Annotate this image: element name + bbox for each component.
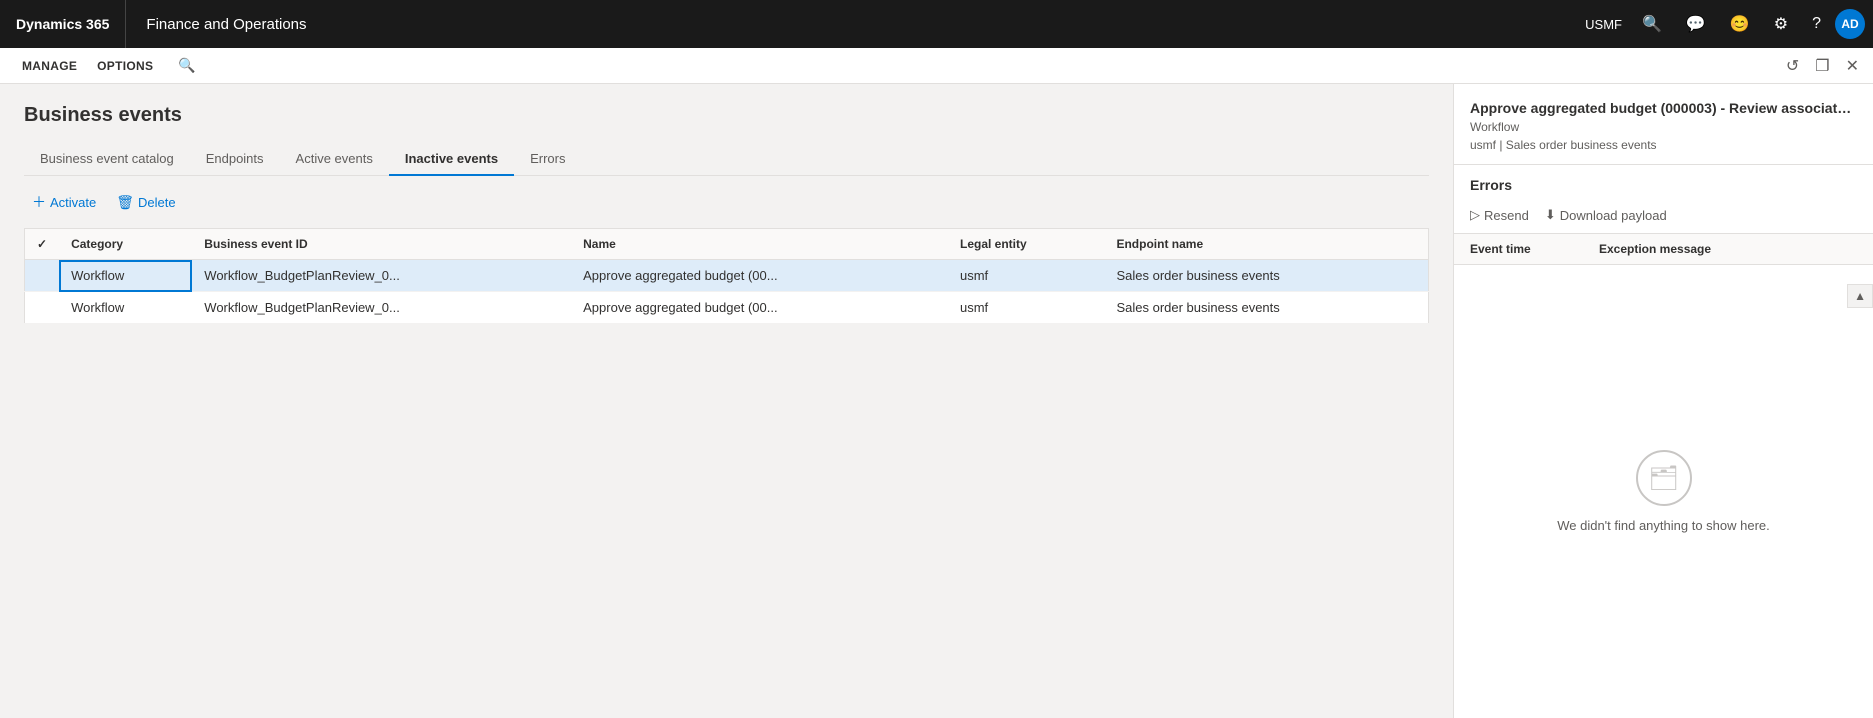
header-legal-entity[interactable]: Legal entity: [948, 229, 1104, 260]
resend-icon: ▷: [1470, 207, 1480, 223]
smiley-icon-btn[interactable]: 😊: [1720, 6, 1760, 42]
tab-active[interactable]: Active events: [280, 143, 389, 176]
row2-endpoint-name[interactable]: Sales order business events: [1104, 292, 1428, 324]
row1-name[interactable]: Approve aggregated budget (00...: [571, 260, 948, 292]
settings-icon-btn[interactable]: ⚙: [1764, 6, 1798, 42]
right-panel-meta: usmf | Sales order business events: [1470, 138, 1857, 152]
help-icon-btn[interactable]: ?: [1802, 7, 1831, 41]
header-checkmark: ✓: [37, 237, 47, 251]
row2-checkbox[interactable]: [25, 292, 60, 324]
row1-checkbox[interactable]: [25, 260, 60, 292]
tabs-bar: Business event catalog Endpoints Active …: [24, 143, 1429, 176]
refresh-button[interactable]: ↺: [1780, 54, 1805, 78]
download-icon: ⬇: [1545, 207, 1556, 223]
resend-button[interactable]: ▷ Resend: [1470, 205, 1529, 225]
errors-section-title: Errors: [1454, 165, 1873, 201]
row1-legal-entity[interactable]: usmf: [948, 260, 1104, 292]
header-name[interactable]: Name: [571, 229, 948, 260]
tab-endpoints[interactable]: Endpoints: [190, 143, 280, 176]
row2-category[interactable]: Workflow: [59, 292, 192, 324]
main-content: Business events Business event catalog E…: [0, 84, 1873, 718]
table-header-row: ✓ Category Business event ID Name Legal …: [25, 229, 1429, 260]
table-row[interactable]: Workflow Workflow_BudgetPlanReview_0... …: [25, 260, 1429, 292]
app-label: Finance and Operations: [146, 16, 306, 33]
activate-button[interactable]: ＋ Activate: [24, 188, 104, 216]
tab-inactive[interactable]: Inactive events: [389, 143, 514, 176]
errors-toolbar: ▷ Resend ⬇ Download payload: [1454, 201, 1873, 234]
avatar[interactable]: AD: [1835, 9, 1865, 39]
col-exception-message: Exception message: [1599, 242, 1857, 256]
table-toolbar: ＋ Activate 🗑 Delete: [24, 188, 1429, 216]
left-panel: Business events Business event catalog E…: [0, 84, 1453, 718]
user-label: USMF: [1579, 17, 1628, 32]
row2-legal-entity[interactable]: usmf: [948, 292, 1104, 324]
scroll-up-button[interactable]: ▲: [1847, 284, 1873, 308]
tab-errors[interactable]: Errors: [514, 143, 581, 176]
inactive-events-table: ✓ Category Business event ID Name Legal …: [24, 228, 1429, 324]
table-row[interactable]: Workflow Workflow_BudgetPlanReview_0... …: [25, 292, 1429, 324]
right-detail-panel: Approve aggregated budget (000003) - Rev…: [1453, 84, 1873, 718]
right-panel-title: Approve aggregated budget (000003) - Rev…: [1470, 100, 1857, 116]
empty-state-icon: 🗂: [1636, 450, 1692, 506]
dynamics-logo-area[interactable]: Dynamics 365: [0, 0, 126, 48]
empty-state-message: We didn't find anything to show here.: [1557, 518, 1770, 533]
col-event-time: Event time: [1470, 242, 1599, 256]
empty-state: 🗂 We didn't find anything to show here.: [1454, 265, 1873, 718]
options-button[interactable]: OPTIONS: [87, 48, 163, 83]
delete-button[interactable]: 🗑 Delete: [108, 190, 183, 215]
header-checkbox-col: ✓: [25, 229, 60, 260]
row1-category[interactable]: Workflow: [59, 260, 192, 292]
page-title: Business events: [24, 104, 1429, 127]
right-panel-subtitle: Workflow: [1470, 120, 1857, 134]
chat-icon-btn[interactable]: 💬: [1676, 6, 1716, 42]
header-endpoint-name[interactable]: Endpoint name: [1104, 229, 1428, 260]
actionbar-search-button[interactable]: 🔍: [171, 52, 202, 79]
app-name-area: Finance and Operations: [126, 16, 1579, 33]
topbar-right-controls: USMF 🔍 💬 😊 ⚙ ? AD: [1579, 6, 1873, 42]
row1-business-event-id[interactable]: Workflow_BudgetPlanReview_0...: [192, 260, 571, 292]
header-category[interactable]: Category: [59, 229, 192, 260]
row1-endpoint-name[interactable]: Sales order business events: [1104, 260, 1428, 292]
search-icon-btn[interactable]: 🔍: [1632, 6, 1672, 42]
restore-button[interactable]: ❐: [1809, 54, 1835, 78]
trash-icon: 🗑: [116, 194, 134, 211]
close-button[interactable]: ✕: [1840, 54, 1865, 78]
dynamics-label: Dynamics 365: [16, 16, 109, 32]
row2-name[interactable]: Approve aggregated budget (00...: [571, 292, 948, 324]
tab-catalog[interactable]: Business event catalog: [24, 143, 190, 176]
plus-icon: ＋: [32, 192, 46, 212]
header-business-event-id[interactable]: Business event ID: [192, 229, 571, 260]
row2-business-event-id[interactable]: Workflow_BudgetPlanReview_0...: [192, 292, 571, 324]
top-navigation-bar: Dynamics 365 Finance and Operations USMF…: [0, 0, 1873, 48]
errors-table-header: Event time Exception message: [1454, 234, 1873, 265]
right-panel-header: Approve aggregated budget (000003) - Rev…: [1454, 84, 1873, 165]
download-payload-button[interactable]: ⬇ Download payload: [1545, 205, 1667, 225]
manage-button[interactable]: MANAGE: [12, 48, 87, 83]
action-bar: MANAGE OPTIONS 🔍 ↺ ❐ ✕: [0, 48, 1873, 84]
